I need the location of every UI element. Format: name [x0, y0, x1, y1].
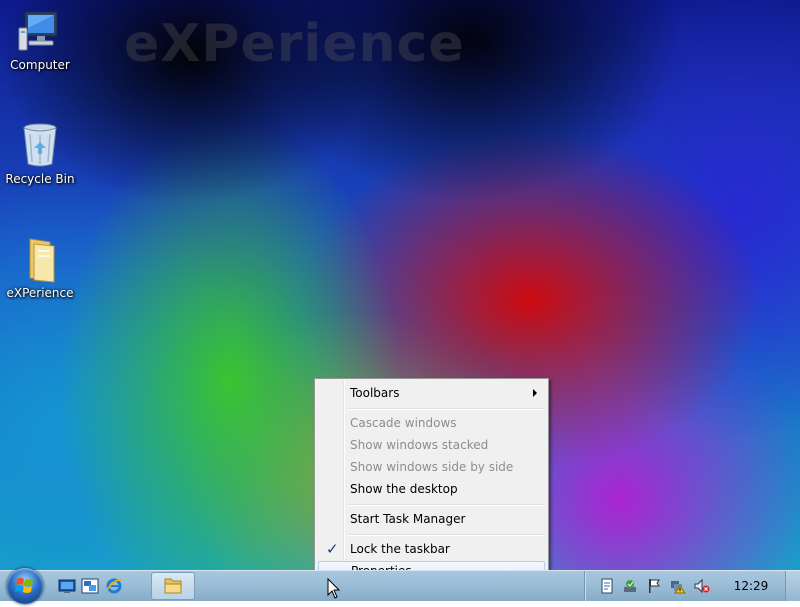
tray-volume[interactable] [694, 578, 710, 594]
folder-icon [16, 236, 64, 284]
quick-launch-show-desktop[interactable] [58, 577, 76, 595]
switch-windows-icon [81, 578, 99, 594]
taskbar[interactable]: 12:29 [0, 568, 800, 604]
menu-item-label: Show the desktop [350, 482, 458, 496]
desktop-watermark: eXPerience [124, 14, 465, 74]
taskbar-context-menu: Toolbars Cascade windows Show windows st… [314, 378, 549, 588]
tray-notepad[interactable] [599, 578, 615, 594]
menu-item-label: Start Task Manager [350, 512, 466, 526]
start-button[interactable] [7, 568, 43, 604]
tray-network[interactable] [622, 578, 638, 594]
action-center-flag-icon [649, 579, 660, 593]
menu-item-cascade-windows[interactable]: Cascade windows [318, 413, 545, 433]
submenu-arrow-icon [533, 389, 537, 397]
menu-item-start-task-manager[interactable]: Start Task Manager [318, 509, 545, 529]
desktop-icon-label: Computer [10, 58, 70, 72]
tray-action-center[interactable] [646, 578, 662, 594]
show-desktop-button[interactable] [785, 571, 800, 601]
tray-network-warning[interactable] [670, 578, 686, 594]
show-desktop-icon [58, 579, 76, 593]
taskbar-button-windows-explorer[interactable] [151, 572, 195, 600]
tray-divider [584, 571, 586, 601]
desktop-icon-computer[interactable]: Computer [3, 8, 77, 72]
menu-item-show-the-desktop[interactable]: Show the desktop [318, 479, 545, 499]
menu-item-label: Lock the taskbar [350, 542, 450, 556]
mouse-cursor-icon [327, 578, 341, 599]
internet-explorer-icon [106, 578, 123, 594]
menu-item-label: Show windows side by side [350, 460, 514, 474]
menu-separator [347, 534, 545, 536]
menu-item-show-windows-side-by-side[interactable]: Show windows side by side [318, 457, 545, 477]
menu-item-label: Toolbars [350, 386, 400, 400]
menu-item-toolbars[interactable]: Toolbars [318, 383, 545, 403]
quick-launch-switch-windows[interactable] [81, 577, 99, 595]
checkmark-icon: ✓ [326, 540, 339, 558]
network-warning-icon [671, 581, 686, 594]
windows-explorer-icon [164, 578, 182, 594]
menu-separator [347, 408, 545, 410]
recycle-bin-icon [16, 122, 64, 170]
windows-start-orb-icon [15, 578, 33, 593]
notepad-icon [601, 578, 613, 594]
menu-separator [347, 504, 545, 506]
menu-item-label: Cascade windows [350, 416, 457, 430]
quick-launch-internet-explorer[interactable] [105, 577, 123, 595]
menu-item-label: Show windows stacked [350, 438, 489, 452]
desktop-icon-label: Recycle Bin [5, 172, 75, 186]
computer-icon [16, 8, 64, 56]
menu-item-lock-the-taskbar[interactable]: ✓ Lock the taskbar [318, 539, 545, 559]
desktop-icon-label: eXPerience [6, 286, 74, 300]
volume-muted-icon [694, 578, 710, 594]
desktop-icon-recycle-bin[interactable]: Recycle Bin [3, 122, 77, 186]
network-icon [624, 580, 636, 592]
taskbar-clock[interactable]: 12:29 [724, 571, 778, 601]
menu-item-show-windows-stacked[interactable]: Show windows stacked [318, 435, 545, 455]
desktop-icon-experience-folder[interactable]: eXPerience [3, 236, 77, 300]
